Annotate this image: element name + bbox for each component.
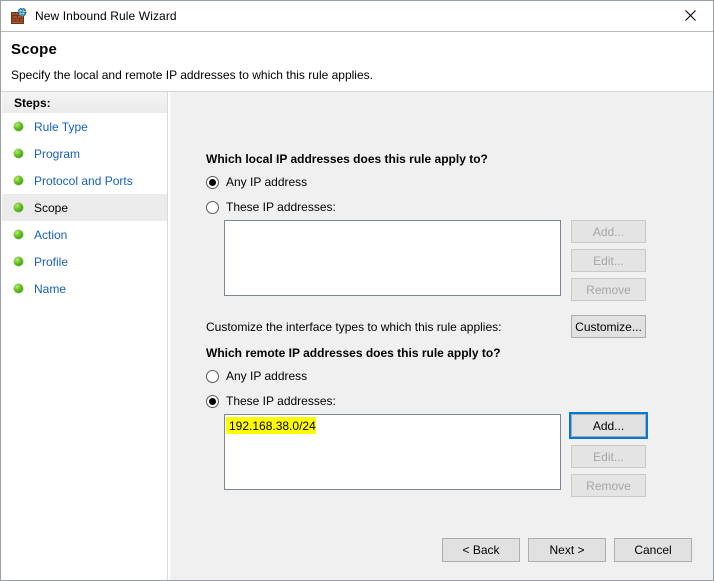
sidebar-item-label: Profile [34, 254, 69, 269]
remote-any-ip-radio[interactable]: Any IP address [206, 369, 307, 383]
local-add-button[interactable]: Add... [571, 220, 646, 243]
sidebar-item-label: Rule Type [34, 119, 88, 134]
step-bullet-icon [14, 203, 23, 212]
back-button[interactable]: < Back [442, 538, 520, 562]
remote-these-ip-label: These IP addresses: [226, 394, 336, 408]
remote-add-button[interactable]: Add... [569, 412, 648, 439]
sidebar-item-label: Program [34, 146, 81, 161]
wizard-window: New Inbound Rule Wizard Scope Specify th… [0, 0, 714, 581]
remote-these-ip-radio[interactable]: These IP addresses: [206, 394, 336, 408]
sidebar-item-label: Name [34, 281, 67, 296]
remote-any-ip-label: Any IP address [226, 369, 308, 383]
cancel-button[interactable]: Cancel [614, 538, 692, 562]
list-item[interactable]: 192.168.38.0/24 [226, 417, 316, 434]
sidebar-item-program[interactable]: Program [2, 140, 167, 167]
local-remove-button[interactable]: Remove [571, 278, 646, 301]
radio-indicator-icon [206, 369, 219, 383]
step-bullet-icon [14, 149, 23, 158]
close-icon[interactable] [667, 1, 713, 30]
step-bullet-icon [14, 122, 23, 131]
sidebar-item-label: Scope [34, 200, 69, 215]
remote-ip-question: Which remote IP addresses does this rule… [206, 346, 501, 360]
local-edit-button[interactable]: Edit... [571, 249, 646, 272]
next-button[interactable]: Next > [528, 538, 606, 562]
local-any-ip-label: Any IP address [226, 175, 308, 189]
sidebar-item-profile[interactable]: Profile [2, 248, 167, 275]
radio-indicator-icon [206, 200, 219, 214]
page-subtitle: Specify the local and remote IP addresse… [11, 68, 373, 82]
local-ip-listbox[interactable] [224, 220, 561, 296]
steps-heading: Steps: [2, 92, 167, 113]
sidebar-item-name[interactable]: Name [2, 275, 167, 302]
customize-interface-text: Customize the interface types to which t… [206, 320, 502, 334]
step-bullet-icon [14, 230, 23, 239]
firewall-globe-icon [11, 7, 27, 24]
window-title: New Inbound Rule Wizard [35, 9, 177, 23]
page-title: Scope [11, 41, 58, 58]
sidebar-item-action[interactable]: Action [2, 221, 167, 248]
steps-sidebar: Steps: Rule Type Program Protocol and Po… [2, 92, 168, 580]
step-bullet-icon [14, 257, 23, 266]
local-these-ip-label: These IP addresses: [226, 200, 336, 214]
radio-indicator-icon [206, 394, 219, 408]
remote-remove-button[interactable]: Remove [571, 474, 646, 497]
radio-indicator-icon [206, 175, 219, 189]
sidebar-item-label: Protocol and Ports [34, 173, 133, 188]
local-ip-question: Which local IP addresses does this rule … [206, 152, 488, 166]
main-panel: Which local IP addresses does this rule … [169, 92, 713, 580]
local-any-ip-radio[interactable]: Any IP address [206, 175, 307, 189]
customize-button[interactable]: Customize... [571, 315, 646, 338]
title-bar: New Inbound Rule Wizard [1, 1, 713, 32]
local-these-ip-radio[interactable]: These IP addresses: [206, 200, 336, 214]
remote-edit-button[interactable]: Edit... [571, 445, 646, 468]
sidebar-item-scope[interactable]: Scope [2, 194, 167, 221]
page-header: Scope Specify the local and remote IP ad… [1, 32, 713, 92]
sidebar-item-label: Action [34, 227, 68, 242]
sidebar-item-rule-type[interactable]: Rule Type [2, 113, 167, 140]
step-bullet-icon [14, 176, 23, 185]
sidebar-item-protocol-and-ports[interactable]: Protocol and Ports [2, 167, 167, 194]
step-bullet-icon [14, 284, 23, 293]
remote-ip-listbox[interactable]: 192.168.38.0/24 [224, 414, 561, 490]
